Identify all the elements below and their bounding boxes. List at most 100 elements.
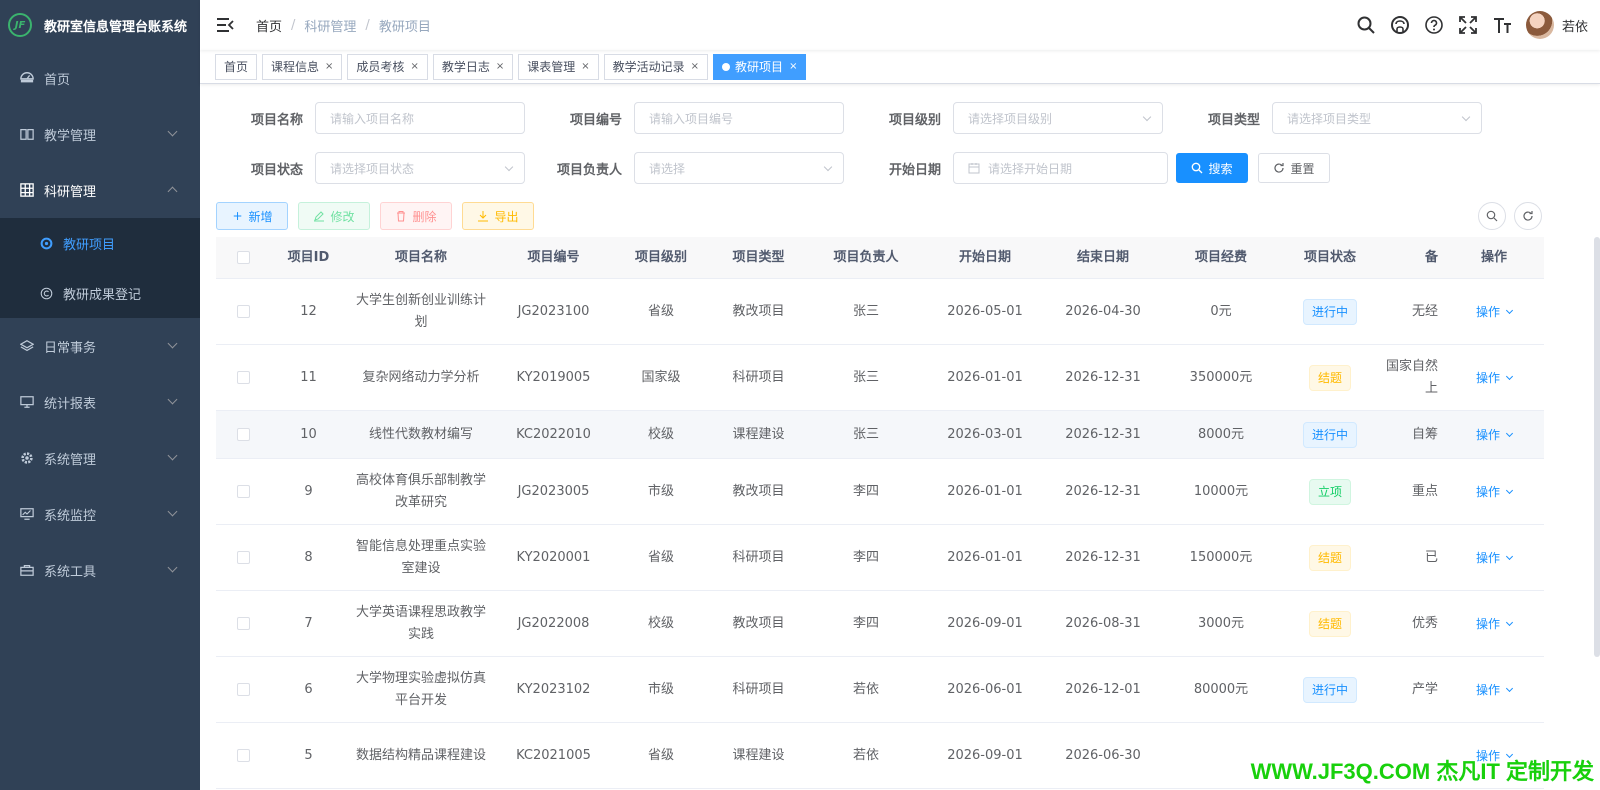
sidebar-item-reports[interactable]: 统计报表	[0, 374, 200, 430]
hamburger-icon[interactable]	[216, 16, 234, 34]
table-row[interactable]: 9 高校体育俱乐部制教学改革研究 JG2023005 市级 教改项目 李四 2026-01-…	[216, 459, 1544, 525]
plus-icon: +	[232, 209, 243, 223]
table-row[interactable]: 7 大学英语课程思政教学实践 JG2022008 校级 教改项目 李四 2026-09-01…	[216, 591, 1544, 657]
table-row[interactable]: 8 智能信息处理重点实验室建设 KY2020001 省级 科研项目 李四 2026-01-0…	[216, 525, 1544, 591]
search-button[interactable]: 搜索	[1176, 153, 1248, 183]
tag-course-info[interactable]: 课程信息 ×	[262, 53, 343, 80]
project-leader-select[interactable]: 请选择	[634, 152, 844, 184]
sidebar-item-system[interactable]: 系统管理	[0, 430, 200, 486]
tag-teaching-activity[interactable]: 教学活动记录 ×	[603, 53, 709, 80]
row-checkbox[interactable]	[237, 617, 250, 630]
row-checkbox[interactable]	[237, 749, 250, 762]
gear-icon	[21, 452, 33, 464]
start-date-picker[interactable]: 请选择开始日期	[953, 152, 1168, 184]
font-size-icon[interactable]	[1492, 15, 1512, 35]
refresh-table-button[interactable]	[1514, 202, 1542, 230]
sidebar-item-tools[interactable]: 系统工具	[0, 542, 200, 598]
col-header[interactable]: 备	[1380, 247, 1444, 269]
status-badge: 进行中	[1302, 298, 1357, 325]
row-actions-dropdown[interactable]: 操作	[1450, 613, 1538, 635]
close-icon[interactable]: ×	[496, 61, 504, 72]
row-actions-dropdown[interactable]: 操作	[1450, 547, 1538, 569]
col-header[interactable]: 项目级别	[611, 247, 711, 269]
row-actions-dropdown[interactable]: 操作	[1450, 367, 1538, 389]
table-scrollbar[interactable]	[1594, 237, 1600, 657]
add-button[interactable]: + 新增	[216, 202, 288, 230]
sidebar-item-research-achievement[interactable]: 教研成果登记	[0, 268, 200, 318]
sidebar: JF 教研室信息管理台账系统 首页 教学管理 科研管理 教研项目 教研成果登记 …	[0, 0, 200, 790]
row-checkbox[interactable]	[237, 371, 250, 384]
project-code-input[interactable]: 请输入项目编号	[634, 102, 844, 134]
cell-code: JG2022008	[517, 615, 590, 631]
tag-research-project[interactable]: 教研项目 ×	[713, 53, 807, 80]
sidebar-item-daily[interactable]: 日常事务	[0, 318, 200, 374]
col-header[interactable]: 结束日期	[1044, 247, 1162, 269]
breadcrumb-home[interactable]: 首页	[256, 16, 282, 35]
table-row[interactable]: 12 大学生创新创业训练计划 JG2023100 省级 教改项目 张三 2026-05-01…	[216, 279, 1544, 345]
sidebar-item-research[interactable]: 科研管理	[0, 162, 200, 218]
delete-button[interactable]: 删除	[380, 202, 452, 230]
sidebar-item-teaching[interactable]: 教学管理	[0, 106, 200, 162]
close-icon[interactable]: ×	[581, 61, 589, 72]
col-header[interactable]: 项目名称	[346, 247, 496, 269]
row-checkbox[interactable]	[237, 683, 250, 696]
close-icon[interactable]: ×	[691, 61, 699, 72]
close-icon[interactable]: ×	[410, 61, 418, 72]
row-checkbox[interactable]	[237, 305, 250, 318]
project-level-select[interactable]: 请选择项目级别	[953, 102, 1163, 134]
tag-schedule[interactable]: 课表管理 ×	[518, 53, 599, 80]
help-icon[interactable]	[1424, 15, 1444, 35]
github-icon[interactable]	[1390, 15, 1410, 35]
col-header[interactable]: 项目ID	[271, 247, 346, 269]
col-header[interactable]: 项目编号	[496, 247, 611, 269]
table-row[interactable]: 10 线性代数教材编写 KC2022010 校级 课程建设 张三 2026-03-01 202…	[216, 411, 1544, 459]
chevron-down-icon	[1505, 372, 1514, 380]
col-header[interactable]: 项目负责人	[806, 247, 926, 269]
project-status-select[interactable]: 请选择项目状态	[315, 152, 525, 184]
cell-leader: 李四	[852, 549, 879, 565]
sidebar-item-label: 系统监控	[44, 508, 97, 524]
sidebar-item-research-project[interactable]: 教研项目	[0, 218, 200, 268]
cell-start: 2026-09-01	[947, 747, 1023, 763]
col-header[interactable]: 开始日期	[926, 247, 1044, 269]
sidebar-item-monitor[interactable]: 系统监控	[0, 486, 200, 542]
row-actions-dropdown[interactable]: 操作	[1450, 301, 1538, 323]
cell-fund: 350000元	[1189, 369, 1253, 385]
table-row[interactable]: 6 大学物理实验虚拟仿真平台开发 KY2023102 市级 科研项目 若依 2026-06-…	[216, 657, 1544, 723]
username[interactable]: 若依	[1562, 16, 1588, 35]
sidebar-item-home[interactable]: 首页	[0, 50, 200, 106]
export-button[interactable]: 导出	[462, 202, 534, 230]
breadcrumb-research[interactable]: 科研管理	[304, 16, 356, 35]
project-name-input[interactable]: 请输入项目名称	[315, 102, 525, 134]
toggle-search-button[interactable]	[1478, 202, 1506, 230]
search-icon	[1486, 210, 1498, 222]
close-icon[interactable]: ×	[789, 61, 797, 72]
close-icon[interactable]: ×	[325, 61, 333, 72]
col-header[interactable]: 项目经费	[1162, 247, 1280, 269]
row-actions-dropdown[interactable]: 操作	[1450, 424, 1538, 446]
project-type-select[interactable]: 请选择项目类型	[1272, 102, 1482, 134]
status-cell: 结题	[1280, 610, 1380, 637]
fullscreen-icon[interactable]	[1458, 15, 1478, 35]
edit-button[interactable]: 修改	[298, 202, 370, 230]
row-checkbox[interactable]	[237, 551, 250, 564]
avatar[interactable]	[1525, 11, 1554, 39]
row-checkbox[interactable]	[237, 485, 250, 498]
cell-type: 科研项目	[732, 549, 785, 565]
col-header[interactable]: 项目状态	[1280, 247, 1380, 269]
tag-home[interactable]: 首页	[215, 53, 258, 80]
main-content: 项目名称 请输入项目名称 项目编号 请输入项目编号 项目级别 请选择项目级别 项…	[200, 84, 1600, 790]
row-actions-dropdown[interactable]: 操作	[1450, 679, 1538, 701]
reset-button[interactable]: 重置	[1258, 153, 1330, 183]
tag-teaching-log[interactable]: 教学日志 ×	[432, 53, 514, 80]
cell-start: 2026-01-01	[947, 483, 1023, 499]
row-checkbox[interactable]	[237, 428, 250, 441]
search-icon[interactable]	[1356, 15, 1376, 35]
tag-member-assessment[interactable]: 成员考核 ×	[347, 53, 428, 80]
col-header[interactable]: 项目类型	[711, 247, 806, 269]
table-row[interactable]: 11 复杂网络动力学分析 KY2019005 国家级 科研项目 张三 2026-01-01 2…	[216, 345, 1544, 411]
row-actions-dropdown[interactable]: 操作	[1450, 481, 1538, 503]
cell-type: 课程建设	[732, 747, 785, 763]
app-logo[interactable]: JF 教研室信息管理台账系统	[0, 0, 200, 50]
select-all-checkbox[interactable]	[237, 251, 250, 264]
